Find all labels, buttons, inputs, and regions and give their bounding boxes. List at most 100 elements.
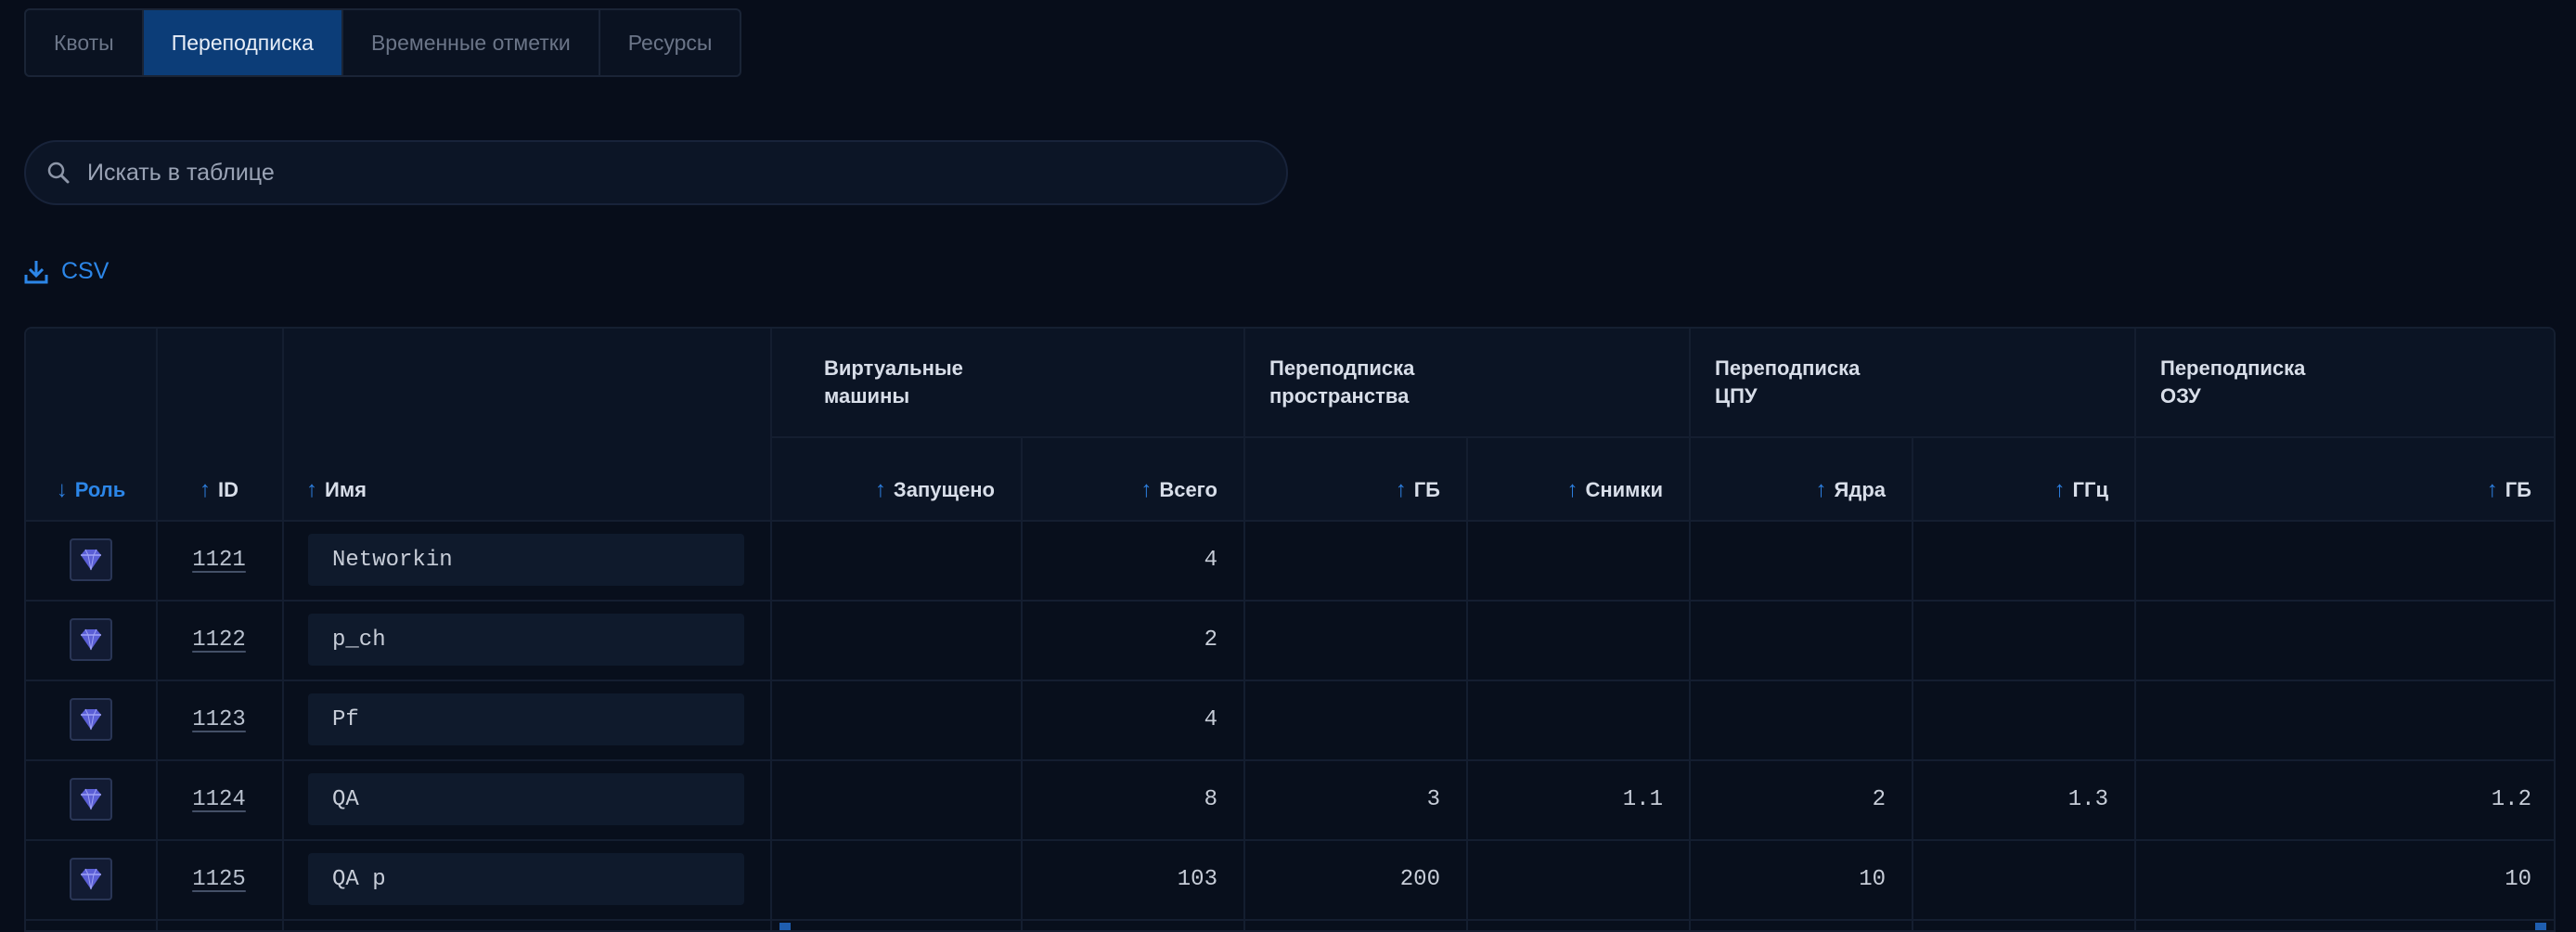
total-cell: 4 bbox=[1204, 547, 1217, 573]
sort-asc-icon: ↑ bbox=[1566, 477, 1578, 502]
sort-asc-icon: ↑ bbox=[2486, 477, 2498, 502]
download-icon bbox=[24, 260, 48, 283]
column-header-id[interactable]: ↑ ID bbox=[156, 462, 282, 518]
diamond-role-icon bbox=[70, 618, 112, 661]
space-gb-cell bbox=[1243, 600, 1466, 680]
sort-asc-icon: ↑ bbox=[1815, 477, 1827, 502]
csv-download-button[interactable]: CSV bbox=[24, 258, 109, 285]
csv-label: CSV bbox=[61, 258, 109, 284]
running-cell bbox=[798, 520, 1021, 600]
diamond-role-icon bbox=[70, 538, 112, 581]
ram-gb-cell: 1.2 bbox=[2491, 786, 2531, 812]
column-header-name[interactable]: ↑ Имя bbox=[306, 462, 752, 518]
id-cell: 1124 bbox=[156, 759, 282, 839]
group-header-ram: Переподписка ОЗУ bbox=[2160, 356, 2306, 408]
running-cell bbox=[798, 600, 1021, 680]
column-header-ghz[interactable]: ↑ ГГц bbox=[1912, 462, 2134, 518]
name-field[interactable]: p_ch bbox=[308, 614, 744, 666]
cores-cell bbox=[1689, 680, 1912, 759]
cores-cell bbox=[1689, 520, 1912, 600]
id-link[interactable]: 1122 bbox=[192, 628, 246, 653]
name-field[interactable]: Networkin bbox=[308, 534, 744, 586]
sort-desc-icon: ↓ bbox=[56, 477, 68, 502]
name-cell: QA bbox=[308, 759, 753, 839]
id-link[interactable]: 1123 bbox=[192, 707, 246, 732]
sort-asc-icon: ↑ bbox=[200, 477, 211, 502]
diamond-role-icon bbox=[70, 698, 112, 741]
cores-cell bbox=[1689, 600, 1912, 680]
column-header-ram-gb[interactable]: ↑ ГБ bbox=[2134, 462, 2554, 518]
id-link[interactable]: 1124 bbox=[192, 787, 246, 812]
group-header-vm: Виртуальные машины bbox=[824, 356, 963, 408]
name-cell: p_ch bbox=[308, 600, 753, 680]
column-header-snapshots[interactable]: ↑ Снимки bbox=[1466, 462, 1689, 518]
tab-oversubscription[interactable]: Переподписка bbox=[143, 10, 343, 75]
space-gb-cell: 200 bbox=[1399, 866, 1440, 892]
total-cell: 103 bbox=[1177, 866, 1217, 892]
search-icon bbox=[47, 162, 70, 184]
ghz-cell: 1.3 bbox=[2067, 786, 2108, 812]
diamond-role-icon bbox=[70, 858, 112, 900]
name-cell: Pf bbox=[308, 680, 753, 759]
column-header-running[interactable]: ↑ Запущено bbox=[798, 462, 1021, 518]
ram-gb-cell bbox=[2134, 680, 2554, 759]
id-link[interactable]: 1121 bbox=[192, 548, 246, 573]
column-header-role[interactable]: ↓ Роль bbox=[26, 462, 156, 518]
ram-gb-cell: 10 bbox=[2505, 866, 2531, 892]
diamond-role-icon bbox=[70, 778, 112, 821]
snapshots-cell bbox=[1466, 520, 1689, 600]
id-cell: 1121 bbox=[156, 520, 282, 600]
id-link[interactable]: 1125 bbox=[192, 867, 246, 892]
name-field[interactable]: QA p bbox=[308, 853, 744, 905]
running-cell bbox=[798, 839, 1021, 919]
name-cell: Networkin bbox=[308, 520, 753, 600]
snapshots-cell: 1.1 bbox=[1622, 786, 1663, 812]
space-gb-cell bbox=[1243, 680, 1466, 759]
group-header-cpu: Переподписка ЦПУ bbox=[1715, 356, 1861, 408]
column-header-total[interactable]: ↑ Всего bbox=[1021, 462, 1243, 518]
tab-timestamps[interactable]: Временные отметки bbox=[343, 10, 600, 75]
name-cell: QA p bbox=[308, 839, 753, 919]
space-gb-cell: 3 bbox=[1426, 786, 1440, 812]
column-header-cores[interactable]: ↑ Ядра bbox=[1689, 462, 1912, 518]
role-cell bbox=[26, 520, 156, 600]
sort-asc-icon: ↑ bbox=[306, 477, 317, 502]
ghz-cell bbox=[1912, 600, 2134, 680]
id-cell: 1122 bbox=[156, 600, 282, 680]
scrollbar-left-handle[interactable] bbox=[779, 923, 791, 930]
scrollbar-right-handle[interactable] bbox=[2535, 923, 2546, 930]
total-cell: 2 bbox=[1204, 627, 1217, 653]
snapshots-cell bbox=[1466, 839, 1689, 919]
tab-resources[interactable]: Ресурсы bbox=[600, 10, 741, 75]
sort-asc-icon: ↑ bbox=[1140, 477, 1153, 502]
role-cell bbox=[26, 600, 156, 680]
cores-cell: 10 bbox=[1859, 866, 1886, 892]
running-cell bbox=[798, 680, 1021, 759]
role-cell bbox=[26, 759, 156, 839]
sort-asc-icon: ↑ bbox=[874, 477, 886, 502]
total-cell: 4 bbox=[1204, 706, 1217, 732]
role-cell bbox=[26, 680, 156, 759]
space-gb-cell bbox=[1243, 520, 1466, 600]
snapshots-cell bbox=[1466, 680, 1689, 759]
sort-asc-icon: ↑ bbox=[2054, 477, 2066, 502]
cores-cell: 2 bbox=[1872, 786, 1886, 812]
ghz-cell bbox=[1912, 680, 2134, 759]
sort-asc-icon: ↑ bbox=[1395, 477, 1407, 502]
role-cell bbox=[26, 839, 156, 919]
ghz-cell bbox=[1912, 839, 2134, 919]
ram-gb-cell bbox=[2134, 520, 2554, 600]
ghz-cell bbox=[1912, 520, 2134, 600]
name-field[interactable]: QA bbox=[308, 773, 744, 825]
column-header-space-gb[interactable]: ↑ ГБ bbox=[1243, 462, 1466, 518]
snapshots-cell bbox=[1466, 600, 1689, 680]
id-cell: 1123 bbox=[156, 680, 282, 759]
tab-quotas[interactable]: Квоты bbox=[26, 10, 144, 75]
ram-gb-cell bbox=[2134, 600, 2554, 680]
data-table: Виртуальные машины Переподписка пространст… bbox=[24, 327, 2556, 932]
search-input[interactable] bbox=[85, 158, 1203, 188]
name-field[interactable]: Pf bbox=[308, 693, 744, 745]
group-header-space: Переподписка пространства bbox=[1269, 356, 1415, 408]
table-search[interactable] bbox=[24, 140, 1288, 205]
running-cell bbox=[798, 759, 1021, 839]
